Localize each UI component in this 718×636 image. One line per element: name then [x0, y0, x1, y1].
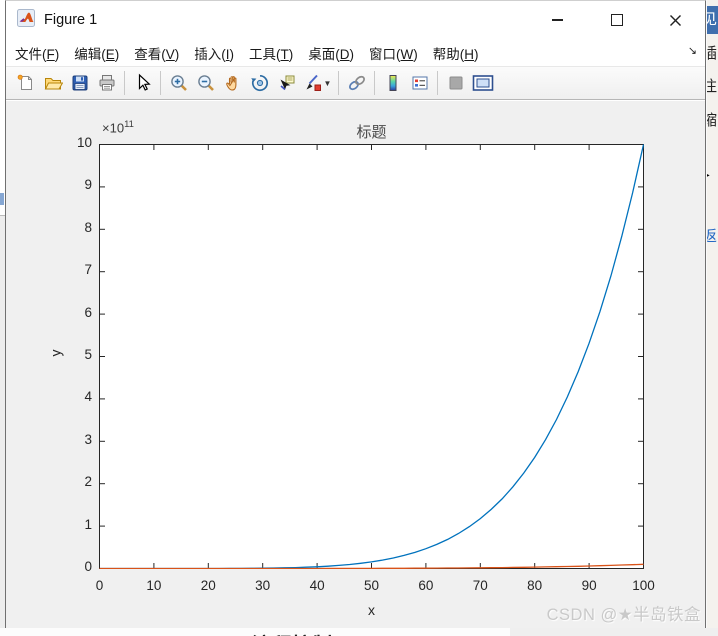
y-tick-label: 2: [84, 474, 92, 490]
pan-hand-icon: [225, 76, 236, 91]
background-bottom-segment: [510, 628, 718, 636]
new-figure-icon: [17, 74, 32, 90]
menu-item-tools[interactable]: 工具(T): [249, 43, 293, 63]
minimize-icon: [552, 19, 563, 21]
pan-button[interactable]: [219, 70, 246, 97]
close-icon: [670, 14, 681, 26]
background-right-strip: 见插注缩 ▶ 返: [707, 0, 718, 636]
menu-item-file[interactable]: 文件(F): [15, 43, 59, 63]
matlab-logo-icon: [17, 8, 35, 32]
x-tick-label: 20: [200, 578, 216, 593]
x-tick-label: 40: [309, 578, 325, 593]
insert-legend-button[interactable]: [406, 70, 433, 97]
background-char: 见: [707, 6, 718, 34]
background-char: 注: [707, 78, 718, 95]
zoom-out-button[interactable]: [192, 70, 219, 97]
rotate-3d-icon: [250, 74, 268, 91]
save-floppy-icon: [72, 75, 87, 91]
zoom-in-button[interactable]: [165, 70, 192, 97]
background-char: ▶: [707, 170, 718, 182]
save-figure-button[interactable]: [66, 70, 93, 97]
toolbar-separator: [374, 71, 375, 95]
toolbar-separator: [338, 71, 339, 95]
background-char: 返: [707, 228, 718, 245]
menu-overflow-icon[interactable]: ↘: [688, 44, 697, 57]
x-tick-label: 90: [581, 578, 597, 593]
maximize-icon: [610, 14, 623, 26]
y-tick-label: 9: [84, 177, 92, 193]
y-tick-label: 6: [84, 304, 92, 320]
hide-plot-tools-icon: [449, 76, 462, 90]
hide-plot-tools-button[interactable]: [442, 70, 469, 97]
background-char: 缩: [707, 112, 718, 129]
watermark: CSDN @★半岛铁盒: [546, 606, 701, 624]
pointer-arrow-icon: [138, 73, 151, 91]
y-exponent-label: ×1011: [102, 119, 134, 136]
brush-data-button[interactable]: ▼: [300, 70, 334, 97]
zoom-out-icon: [197, 75, 214, 91]
toolbar-separator: [124, 71, 125, 95]
background-section-heading: 八、流程控制: [212, 629, 332, 636]
background-mini-icon: [0, 193, 4, 205]
close-button[interactable]: [646, 1, 705, 39]
toolbar: ▼: [6, 67, 705, 100]
rotate-3d-button[interactable]: [246, 70, 273, 97]
link-chain-icon: [348, 75, 365, 91]
menu-item-desktop[interactable]: 桌面(D): [308, 43, 354, 63]
y-tick-label: 0: [84, 559, 92, 574]
title-bar: Figure 1: [6, 1, 705, 39]
y-tick-label: 1: [84, 516, 92, 532]
show-plot-tools-dock-button[interactable]: [469, 70, 496, 97]
brush-icon: [306, 74, 321, 91]
chart-title: 标题: [356, 124, 387, 141]
insert-colorbar-button[interactable]: [379, 70, 406, 97]
x-tick-label: 70: [472, 578, 488, 593]
toolbar-separator: [160, 71, 161, 95]
open-file-button[interactable]: [39, 70, 66, 97]
x-tick-label: 100: [632, 578, 655, 593]
chart-svg: [99, 144, 644, 569]
y-tick-label: 7: [84, 262, 92, 278]
y-tick-label: 8: [84, 219, 92, 235]
x-tick-label: 80: [527, 578, 543, 593]
x-tick-label: 10: [146, 578, 162, 593]
new-figure-button[interactable]: [12, 70, 39, 97]
y-tick-label: 4: [84, 389, 92, 405]
menu-item-help[interactable]: 帮助(H): [433, 43, 479, 63]
legend-icon: [412, 76, 427, 90]
maximize-button[interactable]: [587, 1, 646, 39]
data-cursor-icon: [279, 75, 294, 91]
link-plot-button[interactable]: [343, 70, 370, 97]
zoom-in-icon: [170, 75, 187, 91]
brush-dropdown-caret[interactable]: ▼: [324, 79, 332, 88]
figure-canvas: 标题 ×1011 y x CSDN @★半岛铁盒 0 1 2 3 4 5 6 7 8 9 10 0 10…: [6, 101, 705, 628]
figure-window: Figure 1 ↘ 文件(F) 编辑(E) 查看(V) 插入(I) 工具(T) 桌面(D…: [5, 0, 706, 628]
y-tick-label: 10: [76, 135, 92, 150]
dock-figure-icon: [472, 75, 493, 91]
x-tick-label: 50: [363, 578, 380, 593]
print-figure-button[interactable]: [93, 70, 120, 97]
colorbar-icon: [389, 75, 396, 91]
x-tick-label: 0: [95, 578, 104, 593]
x-tick-label: 30: [255, 578, 271, 593]
menu-item-window[interactable]: 窗口(W): [369, 43, 418, 63]
y-tick-label: 3: [84, 431, 92, 447]
window-title: Figure 1: [44, 12, 98, 28]
window-controls: [528, 1, 705, 39]
menu-item-view[interactable]: 查看(V): [134, 43, 179, 63]
edit-plot-button[interactable]: [129, 70, 156, 97]
toolbar-separator: [437, 71, 438, 95]
minimize-button[interactable]: [528, 1, 587, 39]
data-cursor-button[interactable]: [273, 70, 300, 97]
background-bottom-strip: 八、流程控制: [0, 628, 718, 636]
printer-icon: [99, 75, 114, 91]
menu-item-insert[interactable]: 插入(I): [194, 43, 234, 63]
background-char: 插: [707, 45, 718, 62]
x-tick-label: 60: [418, 578, 434, 593]
menu-bar: ↘ 文件(F) 编辑(E) 查看(V) 插入(I) 工具(T) 桌面(D) 窗口(W) 帮助(…: [6, 39, 705, 67]
menu-item-edit[interactable]: 编辑(E): [74, 43, 119, 63]
plot-area: [99, 144, 644, 569]
y-tick-label: 5: [84, 347, 92, 362]
open-folder-icon: [44, 78, 63, 90]
